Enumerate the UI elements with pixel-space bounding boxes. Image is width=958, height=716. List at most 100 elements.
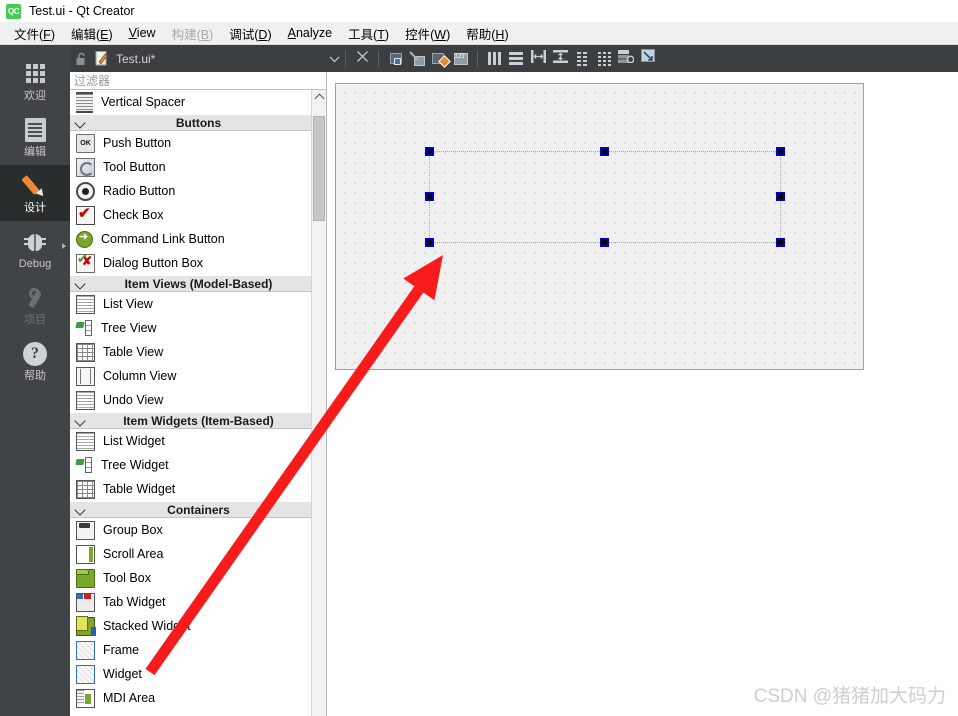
handle-middle-right[interactable] — [776, 192, 785, 201]
layout-splitter-horizontal-button[interactable] — [527, 48, 549, 70]
widget-category-label: Buttons — [175, 115, 222, 130]
menu-item-7[interactable]: 控件(W) — [397, 21, 458, 46]
layout-vertically-button[interactable] — [505, 48, 527, 70]
widget-list-item[interactable]: Vertical Spacer — [70, 90, 326, 114]
column-view-icon — [76, 366, 95, 386]
chevron-down-icon[interactable] — [329, 50, 340, 68]
signals-slots-icon — [408, 51, 426, 66]
menu-item-3: 构建(B) — [171, 27, 214, 42]
widget-list-item[interactable]: MDI Area — [70, 686, 326, 710]
widget-box-scrollbar[interactable] — [311, 90, 326, 716]
menu-item-5[interactable]: Analyze — [280, 23, 340, 43]
menu-item-4[interactable]: 调试(D) — [221, 21, 279, 46]
widget-list: Vertical Spacer Buttons OK Push Button Tool … — [70, 90, 326, 716]
title-bar: QC Test.ui - Qt Creator — [0, 0, 958, 22]
design-canvas[interactable] — [327, 72, 958, 716]
menu-item-0[interactable]: 文件(F) — [6, 21, 63, 46]
scroll-area-icon — [76, 544, 95, 564]
group-box-icon — [76, 520, 95, 540]
widget-category-header[interactable]: Buttons — [70, 114, 326, 131]
tab-widget-icon — [76, 592, 95, 612]
undo-view-icon — [76, 390, 95, 410]
widget-category-header[interactable]: Item Widgets (Item-Based) — [70, 412, 326, 429]
widget-list-item[interactable]: Dialog Button Box — [70, 251, 326, 275]
widget-list-item[interactable]: Radio Button — [70, 179, 326, 203]
widget-list-item[interactable]: Undo View — [70, 388, 326, 412]
widget-list-item-label: Frame — [103, 643, 140, 657]
widget-list-item-label: Table Widget — [103, 482, 176, 496]
widget-list-item[interactable]: Tab Widget — [70, 590, 326, 614]
widget-icon — [76, 664, 95, 684]
widget-list-item[interactable]: Stacked Widget — [70, 614, 326, 638]
mode-edit[interactable]: 编辑 — [0, 109, 70, 165]
unlocked-padlock-icon[interactable] — [70, 52, 92, 66]
widget-list-item[interactable]: Tree Widget — [70, 453, 326, 477]
handle-middle-left[interactable] — [425, 192, 434, 201]
handle-top-left[interactable] — [425, 147, 434, 156]
widget-list-item[interactable]: Widget — [70, 662, 326, 686]
widget-list-item[interactable]: Scroll Area — [70, 542, 326, 566]
widget-list-item-label: Tree Widget — [101, 458, 169, 472]
widget-list-item[interactable]: List View — [70, 292, 326, 316]
radio-button-icon — [76, 181, 95, 201]
widget-list-item-label: Tab Widget — [103, 595, 166, 609]
form-widget[interactable] — [335, 83, 864, 370]
widget-list-item[interactable]: Tool Box — [70, 566, 326, 590]
widget-list-item-label: Scroll Area — [103, 547, 164, 561]
edit-buddies-button[interactable] — [428, 48, 451, 70]
menu-item-1[interactable]: 编辑(E) — [63, 21, 121, 46]
handle-bottom-center[interactable] — [600, 238, 609, 247]
widget-list-item[interactable]: Group Box — [70, 518, 326, 542]
mode-design[interactable]: 设计 — [0, 165, 70, 221]
menu-item-2[interactable]: View — [121, 23, 164, 43]
layout-splitter-vertical-button[interactable] — [549, 48, 571, 70]
widget-category-header[interactable]: Containers — [70, 501, 326, 518]
widget-list-item[interactable]: OK Push Button — [70, 131, 326, 155]
widget-list-item[interactable]: List Widget — [70, 429, 326, 453]
handle-top-right[interactable] — [776, 147, 785, 156]
edit-tab-order-button[interactable]: 123 — [450, 48, 472, 70]
menu-item-6[interactable]: 工具(T) — [340, 21, 397, 46]
handle-bottom-left[interactable] — [425, 238, 434, 247]
search-input[interactable] — [70, 72, 326, 90]
layout-grid-button[interactable] — [593, 48, 615, 70]
edit-widgets-button[interactable] — [384, 48, 406, 70]
widget-list-item[interactable]: Table Widget — [70, 477, 326, 501]
scrollbar-track[interactable] — [312, 105, 326, 716]
scroll-up-button[interactable] — [312, 90, 326, 105]
widget-list-item[interactable]: Column View — [70, 364, 326, 388]
widget-list-item[interactable]: Tree View — [70, 316, 326, 340]
tool-button-icon — [76, 157, 95, 177]
widget-list-item[interactable]: Tool Button — [70, 155, 326, 179]
close-document-button[interactable] — [351, 48, 373, 70]
chevron-up-icon — [314, 93, 324, 104]
widget-list-item[interactable]: Command Link Button — [70, 227, 326, 251]
mode-edit-label: 编辑 — [24, 145, 46, 158]
editor-toolbar: Test.ui* 123 — [70, 45, 958, 72]
splitter-vertical-icon — [552, 49, 568, 68]
widget-list-item[interactable]: Check Box — [70, 203, 326, 227]
widget-filter-row — [70, 72, 326, 90]
handle-bottom-right[interactable] — [776, 238, 785, 247]
widget-list-item[interactable]: Frame — [70, 638, 326, 662]
mode-welcome[interactable]: 欢迎 — [0, 53, 70, 109]
command-link-button-icon — [76, 230, 93, 248]
break-layout-button[interactable] — [615, 48, 637, 70]
qt-creator-logo-icon: QC — [6, 3, 21, 19]
widget-category-header[interactable]: Item Views (Model-Based) — [70, 275, 326, 292]
mode-help[interactable]: ? 帮助 — [0, 333, 70, 389]
grid-icon — [25, 60, 45, 88]
vertical-spacer-icon — [76, 91, 93, 113]
handle-top-center[interactable] — [600, 147, 609, 156]
mode-debug[interactable]: Debug — [0, 221, 70, 277]
open-documents-combo[interactable]: Test.ui* — [70, 50, 340, 68]
layout-horizontally-button[interactable] — [483, 48, 505, 70]
scrollbar-thumb[interactable] — [313, 116, 325, 221]
layout-form-button[interactable] — [571, 48, 593, 70]
widget-list-item[interactable]: Table View — [70, 340, 326, 364]
break-layout-icon — [618, 49, 635, 68]
menu-item-8[interactable]: 帮助(H) — [458, 21, 516, 46]
adjust-size-button[interactable] — [637, 48, 659, 70]
edit-signals-slots-button[interactable] — [406, 48, 428, 70]
widget-category-label: Containers — [167, 502, 230, 517]
